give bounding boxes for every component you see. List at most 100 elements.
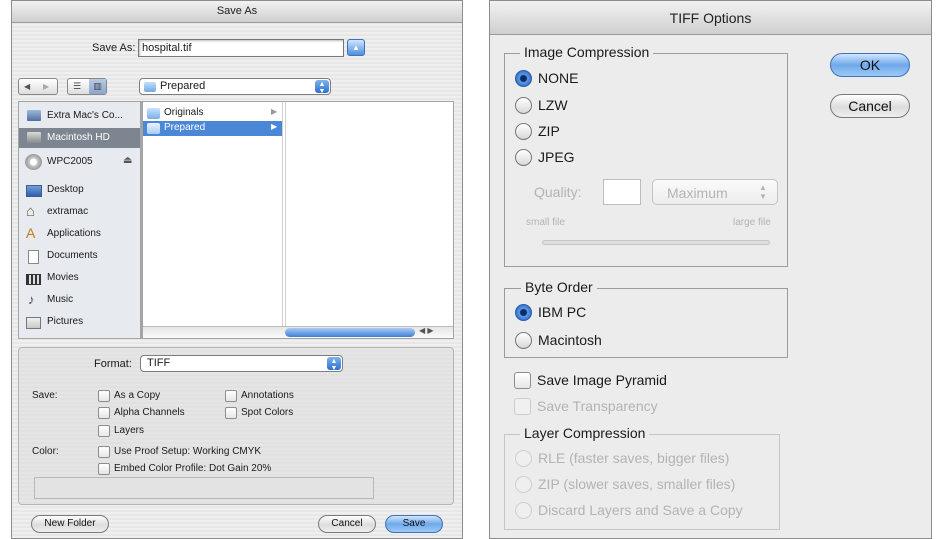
embed-color-profile-label: Embed Color Profile: Dot Gain 20% [114, 463, 272, 474]
updown-arrows-icon: ▲ ▼ [759, 183, 767, 201]
save-button[interactable]: Save [385, 515, 443, 533]
save-transparency-label: Save Transparency [537, 398, 658, 414]
jpeg-label: JPEG [538, 149, 575, 165]
sidebar-item-extra-mac[interactable]: Extra Mac's Co... [19, 107, 140, 125]
folder-icon [147, 123, 160, 134]
harddisk-icon [27, 110, 41, 121]
quality-label: Quality: [534, 184, 582, 200]
small-file-label: small file [526, 217, 565, 228]
embed-color-profile-checkbox[interactable] [98, 463, 110, 475]
spot-colors-checkbox[interactable] [225, 407, 237, 419]
list-item-prepared[interactable]: Prepared ▶ [143, 121, 282, 136]
lzw-radio[interactable] [515, 97, 532, 114]
chevron-right-icon: ▶ [271, 107, 278, 116]
scrollbar-thumb[interactable] [285, 328, 415, 337]
warning-area [34, 477, 374, 499]
new-folder-button[interactable]: New Folder [31, 515, 109, 533]
discard-layers-radio [515, 502, 532, 519]
alpha-channels-label: Alpha Channels [114, 407, 185, 418]
triangle-up-icon: ▲ [352, 43, 360, 52]
view-mode-buttons[interactable]: ☰ ▥ [67, 78, 107, 95]
sidebar-item-label: Applications [47, 228, 101, 239]
sidebar-item-wpc2005[interactable]: WPC2005 ⏏ [19, 152, 140, 172]
annotations-checkbox[interactable] [225, 390, 237, 402]
macintosh-label: Macintosh [538, 332, 602, 348]
harddisk-icon [27, 132, 41, 143]
ok-button[interactable]: OK [830, 53, 910, 77]
filename-value: hospital.tif [142, 42, 192, 54]
image-compression-legend: Image Compression [520, 44, 654, 60]
updown-arrows-icon: ▲ ▼ [315, 80, 329, 95]
layer-compression-legend: Layer Compression [520, 425, 650, 441]
eject-icon[interactable]: ⏏ [123, 155, 132, 166]
movies-icon [26, 274, 41, 285]
none-label: NONE [538, 70, 579, 86]
tiff-cancel-button[interactable]: Cancel [830, 94, 910, 118]
zip-label: ZIP [538, 123, 560, 139]
quality-preset-popup[interactable]: Maximum ▲ ▼ [652, 179, 778, 205]
zip-radio[interactable] [515, 123, 532, 140]
rle-radio [515, 450, 532, 467]
save-image-pyramid-label: Save Image Pyramid [537, 372, 667, 388]
sidebar-item-label: WPC2005 [47, 156, 93, 167]
scroll-arrows-icon[interactable]: ◀ ▶ [419, 326, 434, 335]
use-proof-setup-checkbox[interactable] [98, 446, 110, 458]
applications-icon: A [26, 225, 36, 241]
back-arrow-icon[interactable]: ◀ [24, 79, 30, 94]
sidebar-item-label: Macintosh HD [47, 132, 110, 143]
list-item-label: Originals [164, 107, 204, 118]
sidebar-item-movies[interactable]: Movies [19, 270, 140, 288]
layers-label: Layers [114, 425, 145, 436]
sidebar-item-applications[interactable]: A Applications [19, 225, 140, 244]
list-view-icon[interactable]: ☰ [73, 79, 81, 94]
sidebar-item-label: Desktop [47, 184, 84, 195]
alpha-channels-checkbox[interactable] [98, 407, 110, 419]
forward-arrow-icon[interactable]: ▶ [43, 79, 49, 94]
horizontal-scrollbar[interactable]: ◀ ▶ [143, 326, 453, 338]
documents-icon [28, 250, 39, 264]
format-value: TIFF [147, 357, 171, 369]
jpeg-radio[interactable] [515, 149, 532, 166]
save-as-dialog: Save As Save As: hospital.tif ▲ ◀ ▶ ☰ ▥ … [11, 0, 463, 539]
folder-icon [144, 82, 156, 92]
as-a-copy-label: As a Copy [114, 390, 161, 401]
location-popup[interactable]: Prepared ▲ ▼ [139, 78, 331, 95]
network-disk-icon [25, 154, 42, 170]
save-transparency-checkbox [514, 398, 531, 415]
cancel-button[interactable]: Cancel [318, 515, 376, 533]
sidebar-item-documents[interactable]: Documents [19, 248, 140, 266]
sidebar: Extra Mac's Co... Macintosh HD WPC2005 ⏏… [18, 101, 140, 339]
sidebar-item-pictures[interactable]: Pictures [19, 314, 140, 332]
layers-checkbox[interactable] [98, 425, 110, 437]
back-forward-buttons[interactable]: ◀ ▶ [18, 78, 58, 95]
chevron-right-icon: ▶ [271, 122, 278, 131]
sidebar-item-music[interactable]: ♪ Music [19, 292, 140, 310]
quality-input[interactable] [603, 179, 641, 205]
format-label: Format: [94, 358, 132, 370]
file-browser: Originals ▶ Prepared ▶ ◀ ▶ [142, 101, 454, 339]
macintosh-radio[interactable] [515, 332, 532, 349]
save-image-pyramid-checkbox[interactable] [514, 372, 531, 389]
column-2 [284, 102, 286, 326]
expand-dialog-button[interactable]: ▲ [347, 39, 365, 56]
as-a-copy-checkbox[interactable] [98, 390, 110, 402]
none-radio[interactable] [515, 70, 532, 87]
music-icon: ♪ [28, 292, 35, 307]
quality-slider[interactable] [542, 240, 770, 245]
save-options-label: Save: [32, 390, 58, 401]
sidebar-item-extramac[interactable]: ⌂ extramac [19, 203, 140, 222]
ibm-pc-radio[interactable] [515, 304, 532, 321]
discard-layers-label: Discard Layers and Save a Copy [538, 502, 743, 518]
list-item-originals[interactable]: Originals ▶ [143, 106, 282, 121]
format-popup[interactable]: TIFF ▲ ▼ [140, 355, 343, 372]
sidebar-item-desktop[interactable]: Desktop [19, 182, 140, 200]
layer-zip-radio [515, 476, 532, 493]
tiff-options-dialog: TIFF Options Image Compression NONE LZW … [489, 0, 932, 539]
list-item-label: Prepared [164, 122, 206, 133]
lzw-label: LZW [538, 97, 568, 113]
column-view-icon[interactable]: ▥ [89, 79, 106, 94]
sidebar-item-macintosh-hd[interactable]: Macintosh HD [19, 128, 140, 148]
home-icon: ⌂ [26, 203, 36, 220]
ibm-pc-label: IBM PC [538, 304, 587, 320]
filename-input[interactable]: hospital.tif [138, 39, 344, 57]
